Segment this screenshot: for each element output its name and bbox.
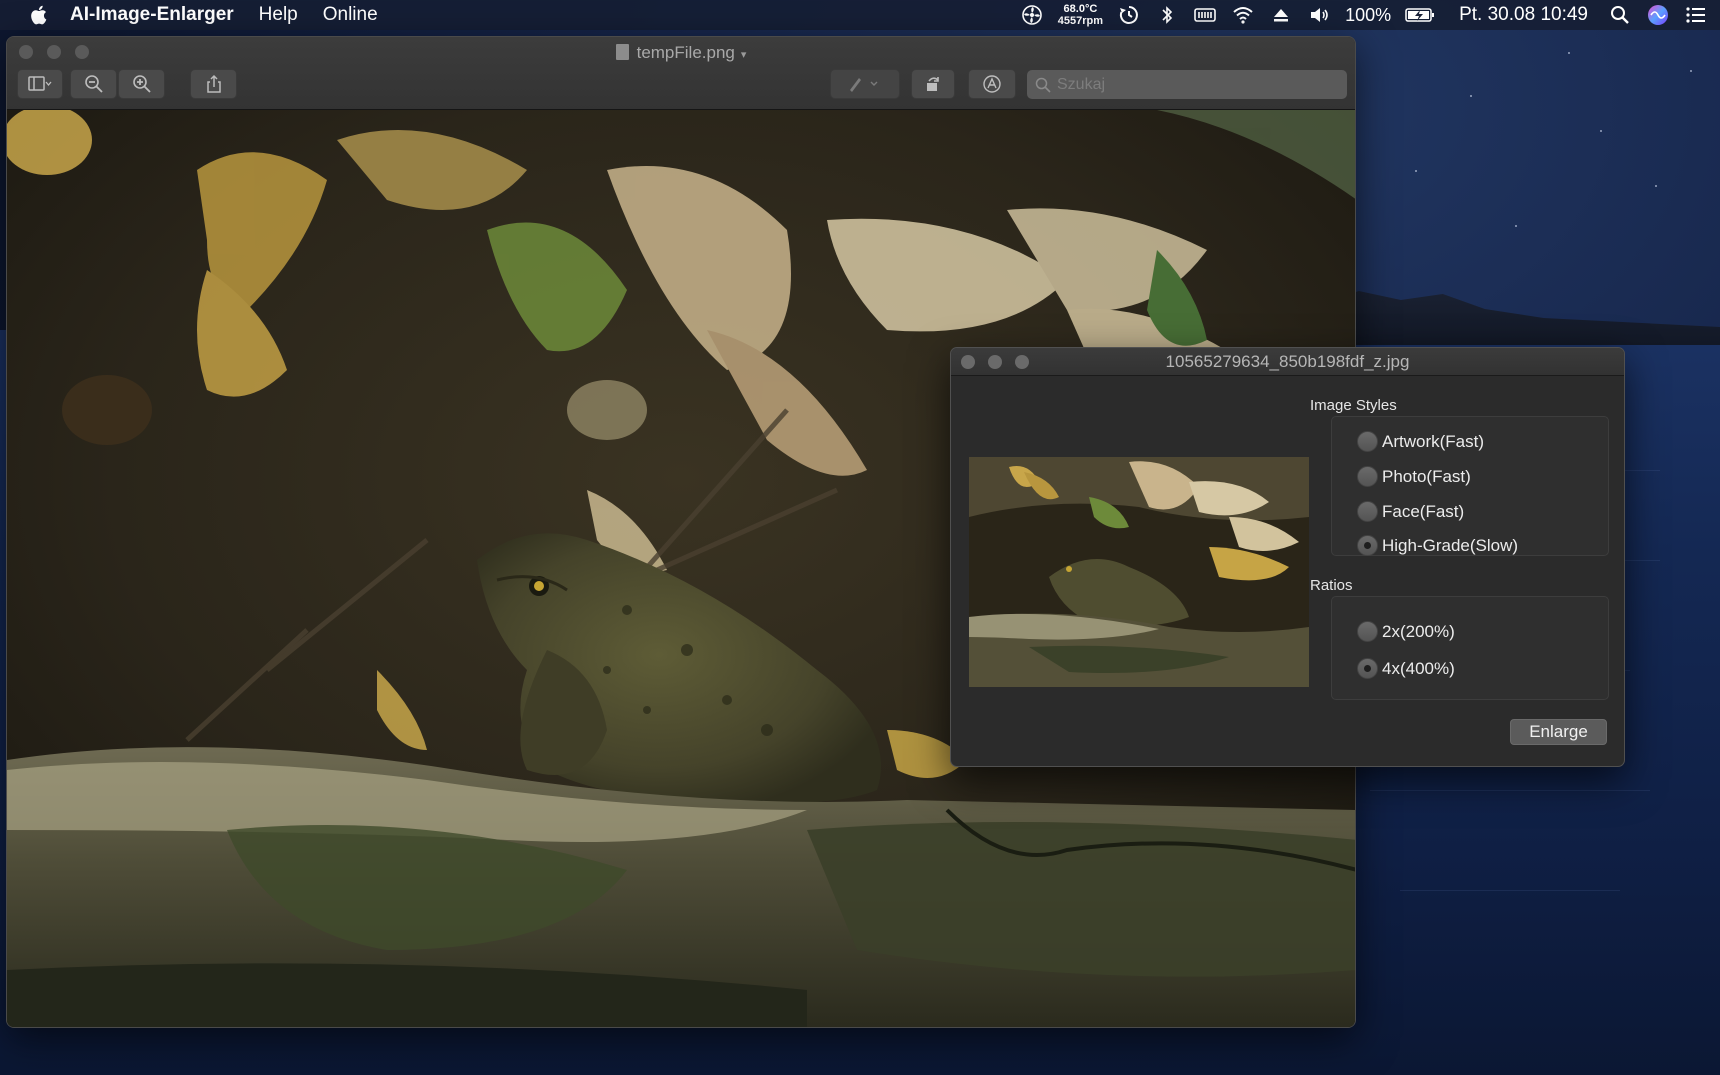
enlarger-titlebar: 10565279634_850b198fdf_z.jpg (951, 348, 1624, 376)
ratios-group: 2x(200%) 4x(400%) (1331, 596, 1609, 700)
pen-icon (850, 78, 878, 92)
temperature-value: 68.0°C (1063, 3, 1098, 15)
style-option-label: Artwork(Fast) (1382, 431, 1484, 451)
search-field[interactable] (1027, 70, 1347, 99)
ratio-option-label: 4x(400%) (1382, 658, 1455, 678)
desktop-island (1300, 291, 1720, 345)
radio-2x[interactable] (1357, 621, 1378, 642)
markup-icon (983, 75, 1001, 93)
apple-menu-icon[interactable] (28, 4, 48, 26)
volume-icon[interactable] (1307, 4, 1331, 26)
zoom-in-button[interactable] (118, 69, 165, 99)
ratios-label: Ratios (1310, 577, 1353, 594)
image-thumbnail (969, 457, 1309, 687)
share-button[interactable] (190, 69, 237, 99)
radio-4x[interactable] (1357, 658, 1378, 679)
ratio-option-4x[interactable]: 4x(400%) (1357, 658, 1455, 679)
enlarge-button[interactable]: Enlarge (1510, 719, 1607, 745)
style-option-high-grade[interactable]: High-Grade(Slow) (1357, 535, 1518, 556)
preview-window-title[interactable]: tempFile.png ▾ (7, 43, 1355, 63)
ratio-option-label: 2x(200%) (1382, 621, 1455, 641)
temperature-readout[interactable]: 68.0°C 4557rpm (1058, 3, 1103, 27)
spotlight-search-icon[interactable] (1608, 4, 1632, 26)
markup-toolbar-button[interactable] (968, 69, 1016, 99)
zoom-in-icon (132, 75, 151, 93)
image-styles-label: Image Styles (1310, 397, 1397, 414)
radio-artwork[interactable] (1357, 431, 1378, 452)
rotate-icon (927, 77, 939, 91)
share-icon (206, 74, 221, 93)
online-menu[interactable]: Online (323, 4, 378, 26)
radio-face[interactable] (1357, 501, 1378, 522)
style-option-label: Face(Fast) (1382, 501, 1465, 521)
help-menu[interactable]: Help (259, 4, 298, 26)
ratio-option-2x[interactable]: 2x(200%) (1357, 621, 1455, 642)
preview-title-text: tempFile.png (636, 43, 735, 62)
radio-high-grade[interactable] (1357, 535, 1378, 556)
zoom-out-button[interactable] (70, 69, 117, 99)
fan-speed-value: 4557rpm (1057, 15, 1104, 27)
zoom-out-icon (84, 75, 103, 93)
bluetooth-icon[interactable] (1155, 4, 1179, 26)
style-option-face[interactable]: Face(Fast) (1357, 501, 1464, 522)
chevron-down-icon: ▾ (740, 49, 747, 61)
siri-icon[interactable] (1646, 4, 1670, 26)
memory-icon[interactable] (1193, 4, 1217, 26)
style-option-label: Photo(Fast) (1382, 466, 1471, 486)
enlarger-window: 10565279634_850b198fdf_z.jpg Image Style… (950, 347, 1625, 767)
preview-toolbar: tempFile.png ▾ (7, 37, 1355, 110)
sidebar-toggle-button[interactable] (17, 69, 63, 99)
document-icon (615, 44, 629, 60)
radio-photo[interactable] (1357, 466, 1378, 487)
eject-icon[interactable] (1269, 4, 1293, 26)
battery-percentage: 100% (1345, 4, 1392, 25)
wifi-icon[interactable] (1231, 4, 1255, 26)
markup-pen-button[interactable] (830, 69, 900, 99)
style-option-label: High-Grade(Slow) (1382, 535, 1519, 555)
search-input[interactable] (1057, 75, 1327, 94)
style-option-photo[interactable]: Photo(Fast) (1357, 466, 1471, 487)
style-option-artwork[interactable]: Artwork(Fast) (1357, 431, 1484, 452)
rotate-button[interactable] (911, 69, 955, 99)
search-icon (1035, 77, 1051, 93)
enlarger-window-title: 10565279634_850b198fdf_z.jpg (1165, 352, 1410, 371)
notification-center-icon[interactable] (1684, 4, 1708, 26)
menu-bar: AI-Image-Enlarger Help Online 68.0°C 455… (0, 0, 1720, 30)
app-menu[interactable]: AI-Image-Enlarger (70, 4, 234, 26)
fan-icon[interactable] (1020, 4, 1044, 26)
image-styles-group: Artwork(Fast) Photo(Fast) Face(Fast) Hig… (1331, 416, 1609, 556)
menubar-clock[interactable]: Pt. 30.08 10:49 (1459, 4, 1588, 26)
battery-charging-icon[interactable] (1405, 4, 1435, 26)
time-machine-icon[interactable] (1117, 4, 1141, 26)
